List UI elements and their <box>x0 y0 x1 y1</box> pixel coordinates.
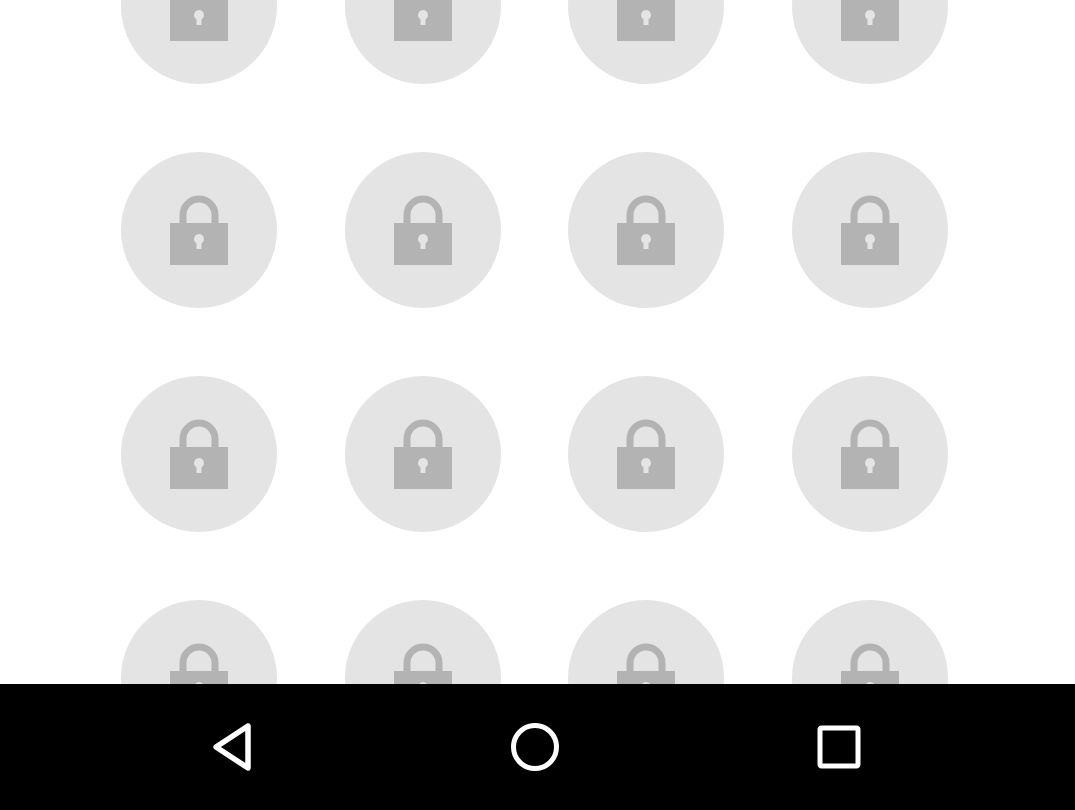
navigation-bar <box>0 684 1075 810</box>
lock-icon <box>617 643 675 684</box>
lock-icon <box>840 195 899 265</box>
lock-icon <box>840 643 899 684</box>
lock-icon <box>393 419 452 489</box>
home-button[interactable] <box>499 711 571 783</box>
locked-content-area <box>0 0 1075 684</box>
locked-item-tile[interactable] <box>791 600 948 684</box>
lock-grid <box>121 0 949 684</box>
back-button[interactable] <box>198 711 270 783</box>
locked-item-tile[interactable] <box>791 152 948 308</box>
lock-icon <box>840 0 899 41</box>
lock-icon <box>840 419 899 489</box>
locked-item-tile[interactable] <box>568 600 724 684</box>
lock-icon <box>393 0 452 41</box>
lock-icon <box>170 195 228 265</box>
home-circle-icon <box>511 723 559 771</box>
lock-icon <box>393 195 452 265</box>
lock-icon <box>170 419 228 489</box>
lock-icon <box>170 0 228 41</box>
locked-item-tile[interactable] <box>344 600 501 684</box>
lock-icon <box>170 643 228 684</box>
locked-item-tile[interactable] <box>344 0 501 84</box>
locked-item-tile[interactable] <box>121 600 277 684</box>
lock-icon <box>617 195 675 265</box>
locked-item-tile[interactable] <box>568 376 724 532</box>
lock-icon <box>617 0 675 41</box>
locked-item-tile[interactable] <box>568 0 724 84</box>
locked-item-tile[interactable] <box>791 376 948 532</box>
recents-square-icon <box>817 725 861 769</box>
lock-icon <box>617 419 675 489</box>
locked-item-tile[interactable] <box>344 376 501 532</box>
locked-item-tile[interactable] <box>121 152 277 308</box>
locked-item-tile[interactable] <box>121 0 277 84</box>
recents-button[interactable] <box>803 711 875 783</box>
locked-item-tile[interactable] <box>568 152 724 308</box>
locked-item-tile[interactable] <box>344 152 501 308</box>
back-triangle-icon <box>213 723 251 771</box>
lock-icon <box>393 643 452 684</box>
locked-item-tile[interactable] <box>121 376 277 532</box>
locked-item-tile[interactable] <box>791 0 948 84</box>
screen <box>0 0 1075 810</box>
